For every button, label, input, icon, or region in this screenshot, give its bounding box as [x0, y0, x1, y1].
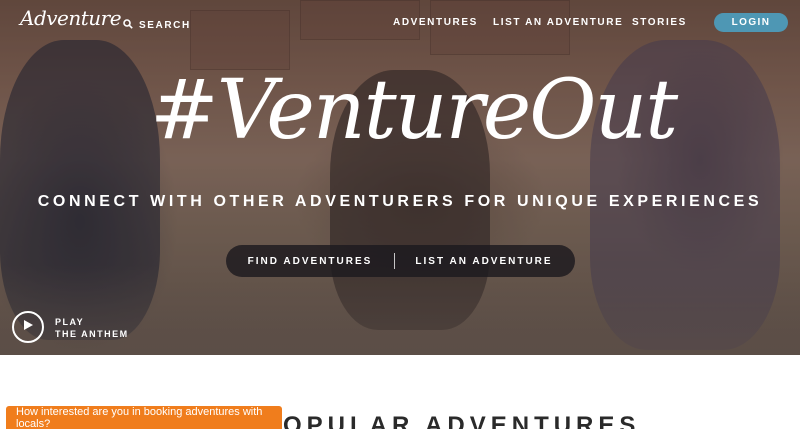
search-icon	[123, 16, 133, 34]
feedback-survey-tab[interactable]: How interested are you in booking advent…	[6, 406, 282, 429]
hero-cta-group: FIND ADVENTURES LIST AN ADVENTURE	[226, 245, 575, 277]
list-adventure-button[interactable]: LIST AN ADVENTURE	[395, 245, 573, 277]
play-icon	[22, 318, 34, 336]
brand-logo[interactable]: Adventure	[20, 6, 122, 30]
play-anthem-button[interactable]	[12, 311, 44, 343]
nav-link-stories[interactable]: STORIES	[632, 17, 687, 28]
hero-overlay	[0, 0, 800, 355]
play-label-line1: PLAY	[55, 317, 85, 327]
hero-tagline: CONNECT WITH OTHER ADVENTURERS FOR UNIQU…	[37, 193, 763, 210]
play-label-line2: THE ANTHEM	[55, 329, 129, 339]
find-adventures-button[interactable]: FIND ADVENTURES	[226, 245, 394, 277]
nav-link-list-adventure[interactable]: LIST AN ADVENTURE	[493, 17, 623, 28]
search-button[interactable]: SEARCH	[123, 16, 191, 34]
top-nav: Adventure SEARCH ADVENTURES LIST AN ADVE…	[0, 0, 800, 46]
hero-banner	[0, 0, 800, 355]
play-anthem-label[interactable]: PLAY THE ANTHEM	[55, 316, 129, 340]
nav-link-adventures[interactable]: ADVENTURES	[393, 17, 478, 28]
login-button[interactable]: LOGIN	[714, 13, 788, 32]
search-label: SEARCH	[139, 19, 191, 31]
hero-hashtag: #VentureOut	[150, 63, 678, 158]
brand-logo-text: Adventure	[20, 6, 122, 30]
